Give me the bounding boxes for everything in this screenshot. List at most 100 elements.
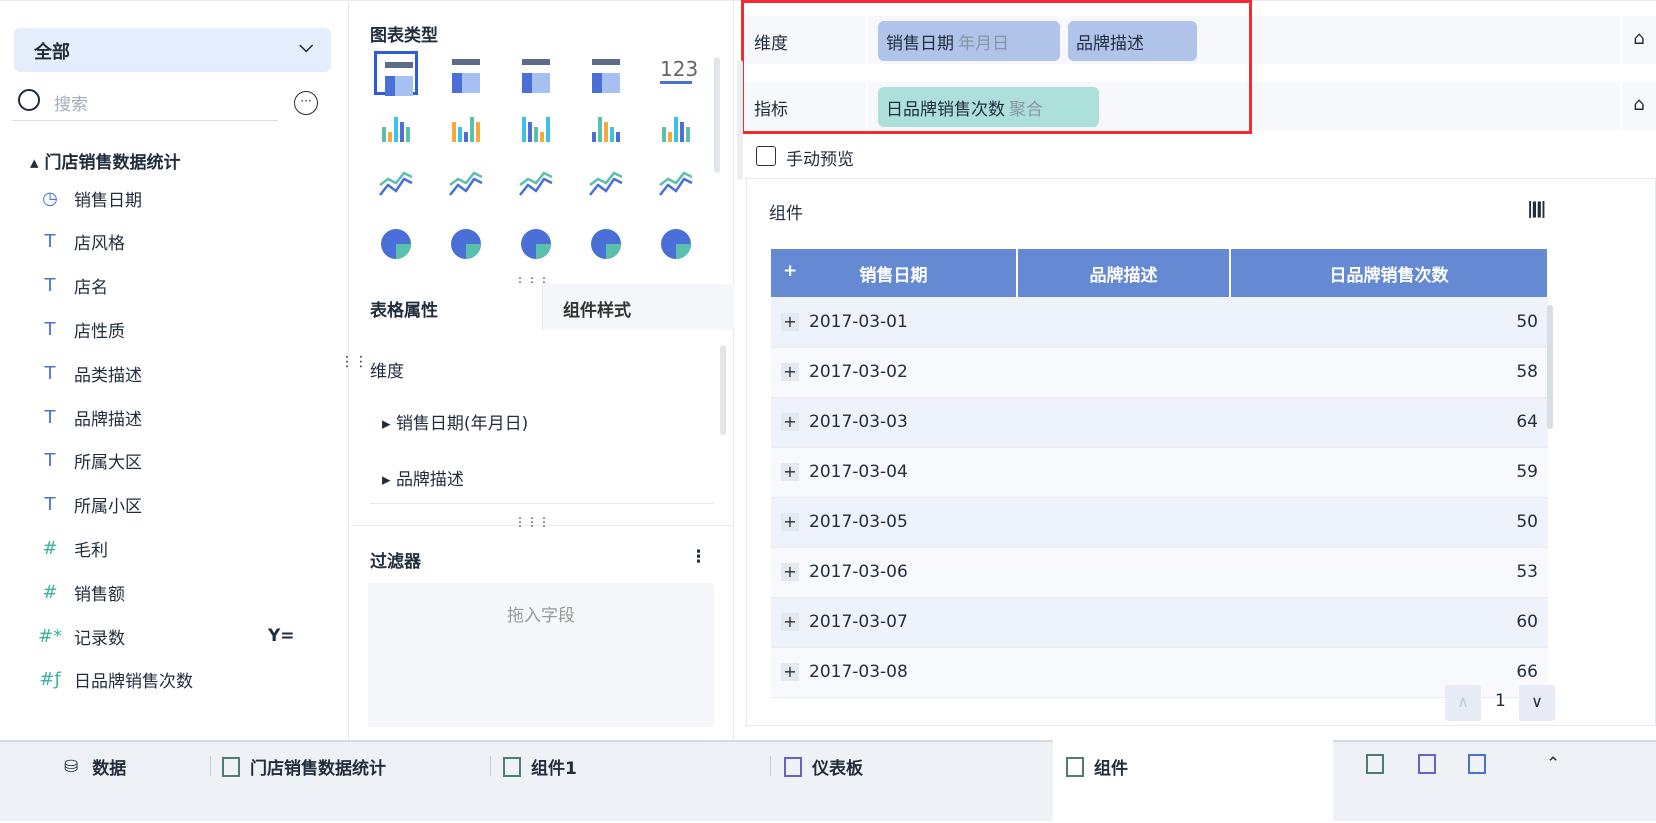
expand-row-icon[interactable]: + <box>781 413 799 431</box>
page-number: 1 <box>1495 691 1506 711</box>
expand-row-icon[interactable]: + <box>781 363 799 381</box>
field-item[interactable]: T 所属大区 <box>38 446 143 476</box>
text-icon: T <box>44 275 56 297</box>
page-down-button[interactable]: ∨ <box>1519 685 1555 721</box>
tab-component-style[interactable]: 组件样式 <box>542 284 734 330</box>
chart-type-table-icon[interactable] <box>374 51 418 96</box>
filter-drop-zone[interactable]: 拖入字段 <box>368 583 714 727</box>
chart-type-scatter-icon[interactable] <box>584 222 628 266</box>
chart-type-bubble-icon[interactable] <box>654 222 698 266</box>
chart-type-area-icon[interactable] <box>584 165 628 209</box>
table-row: +2017-03-07 60 <box>771 597 1548 648</box>
filter-icon[interactable]: Y= <box>268 626 295 646</box>
field-item[interactable]: # 毛利 <box>38 533 108 563</box>
search-icon <box>18 89 40 111</box>
tab-component-active[interactable]: 组件 <box>1066 754 1128 779</box>
chart-type-radar-icon[interactable] <box>514 165 558 209</box>
text-icon: T <box>44 494 56 516</box>
chart-type-detail-table-icon[interactable] <box>514 51 558 95</box>
chart-type-grouped-bar-icon[interactable] <box>374 108 418 152</box>
tab-component1[interactable]: 组件1 <box>503 754 577 779</box>
field-item[interactable]: T 店名 <box>38 271 109 301</box>
chart-type-rose-pie-icon[interactable] <box>444 222 488 266</box>
lock-icon[interactable]: ⌂ <box>1620 82 1656 130</box>
chart-type-crosstab-icon[interactable] <box>444 51 488 95</box>
chart-type-gauge-icon[interactable] <box>654 165 698 209</box>
chart-type-pie-icon[interactable] <box>374 222 418 266</box>
chevron-down-icon: ⌵ <box>299 36 313 57</box>
component-preview: 组件 |ǁ| + 销售日期 品牌描述 日品牌销售次数 +2017-03-01 50 +… <box>746 178 1656 726</box>
chart-type-range-bar-icon[interactable] <box>584 108 628 152</box>
highlight-box <box>741 0 1252 134</box>
lock-icon[interactable]: ⌂ <box>1620 16 1656 64</box>
scrollbar[interactable] <box>714 57 720 173</box>
dim-item[interactable]: ▸ 品牌描述 <box>382 465 464 490</box>
field-item[interactable]: #* 记录数 <box>38 621 125 651</box>
expand-row-icon[interactable]: + <box>781 312 799 331</box>
text-icon: T <box>44 318 56 340</box>
chart-type-multi-bar-icon[interactable] <box>514 108 558 152</box>
column-header[interactable]: 日品牌销售次数 <box>1230 249 1549 297</box>
field-item[interactable]: # 销售额 <box>38 577 125 607</box>
expand-row-icon[interactable]: + <box>781 613 799 631</box>
add-component-icon[interactable] <box>1366 754 1394 774</box>
table-icon <box>222 756 240 777</box>
tab-table-properties[interactable]: 表格属性 <box>350 284 542 330</box>
column-header[interactable]: 品牌描述 <box>1017 249 1231 297</box>
manual-preview-checkbox[interactable] <box>756 146 776 166</box>
text-icon: T <box>44 362 56 384</box>
chart-type-ring-icon[interactable] <box>514 222 558 266</box>
field-item[interactable]: T 店性质 <box>38 314 126 344</box>
chart-settings-icon[interactable]: |ǁ| <box>1527 199 1547 219</box>
search-input[interactable]: 搜索 <box>12 83 278 121</box>
column-header[interactable]: + 销售日期 <box>771 249 1018 297</box>
add-report-icon[interactable] <box>1468 754 1496 774</box>
table-row: +2017-03-08 66 <box>771 647 1548 698</box>
dashboard-icon <box>784 756 802 777</box>
chart-type-kpi-card-icon[interactable] <box>584 51 628 95</box>
page-up-button[interactable]: ∧ <box>1445 685 1481 721</box>
field-item[interactable]: #ƒ 日品牌销售次数 <box>38 665 193 695</box>
property-tabs: 表格属性 组件样式 <box>350 284 734 330</box>
chart-types-title: 图表类型 <box>370 26 438 46</box>
more-icon[interactable]: ··· <box>294 91 318 115</box>
scrollbar[interactable] <box>737 60 743 180</box>
expand-row-icon[interactable]: + <box>781 563 799 581</box>
dataset-node[interactable]: ▴ 门店销售数据统计 <box>30 148 180 173</box>
table-scrollbar[interactable] <box>1547 305 1553 429</box>
chart-type-stacked-bar-icon[interactable] <box>444 108 488 152</box>
scrollbar[interactable] <box>720 345 726 435</box>
tab-dataset[interactable]: 门店销售数据统计 <box>222 754 386 779</box>
formula-number-icon: #ƒ <box>39 669 61 691</box>
computed-number-icon: #* <box>38 625 63 647</box>
dim-item[interactable]: ▸ 销售日期(年月日) <box>382 409 528 434</box>
tab-data[interactable]: ⛁ 数据 <box>64 754 126 780</box>
bottom-tab-bar: ⛁ 数据 门店销售数据统计 组件1 仪表板 组件 ⌃ <box>0 740 1656 823</box>
collapse-icon[interactable]: ⌃ <box>1546 754 1560 774</box>
config-panel: 图表类型 123 ⋮⋮⋮ 表格属性 组件样式 维度 ▸ 销售日期(年月日) ▸ … <box>350 0 734 740</box>
text-icon: T <box>44 231 56 253</box>
chart-type-waterfall-icon[interactable] <box>654 108 698 152</box>
field-item[interactable]: T 品类描述 <box>38 358 143 388</box>
chart-type-cross-line-icon[interactable] <box>444 165 488 209</box>
field-item[interactable]: T 品牌描述 <box>38 402 143 432</box>
field-item[interactable]: T 所属小区 <box>38 490 143 520</box>
manual-preview-label: 手动预览 <box>786 150 854 170</box>
database-icon: ⛁ <box>64 756 79 777</box>
expand-row-icon[interactable]: + <box>781 663 799 681</box>
expand-all-icon[interactable]: + <box>783 261 797 281</box>
drag-handle[interactable]: ⋮⋮⋮ <box>514 515 550 529</box>
chart-type-number-icon[interactable]: 123 <box>654 51 698 95</box>
add-dashboard-icon[interactable] <box>1418 754 1446 774</box>
dataset-selector[interactable]: 全部 ⌵ <box>14 28 331 72</box>
field-item[interactable]: ◷ 销售日期 <box>38 183 142 213</box>
field-item[interactable]: T 店风格 <box>38 227 126 257</box>
number-icon: # <box>42 537 58 559</box>
text-icon: T <box>44 450 56 472</box>
tab-dashboard[interactable]: 仪表板 <box>784 754 863 779</box>
expand-row-icon[interactable]: + <box>781 463 799 481</box>
chart-type-line-icon[interactable] <box>374 165 418 209</box>
expand-row-icon[interactable]: + <box>781 513 799 531</box>
table-row: +2017-03-03 64 <box>771 397 1548 448</box>
more-vertical-icon[interactable]: ⋮ <box>690 547 707 567</box>
